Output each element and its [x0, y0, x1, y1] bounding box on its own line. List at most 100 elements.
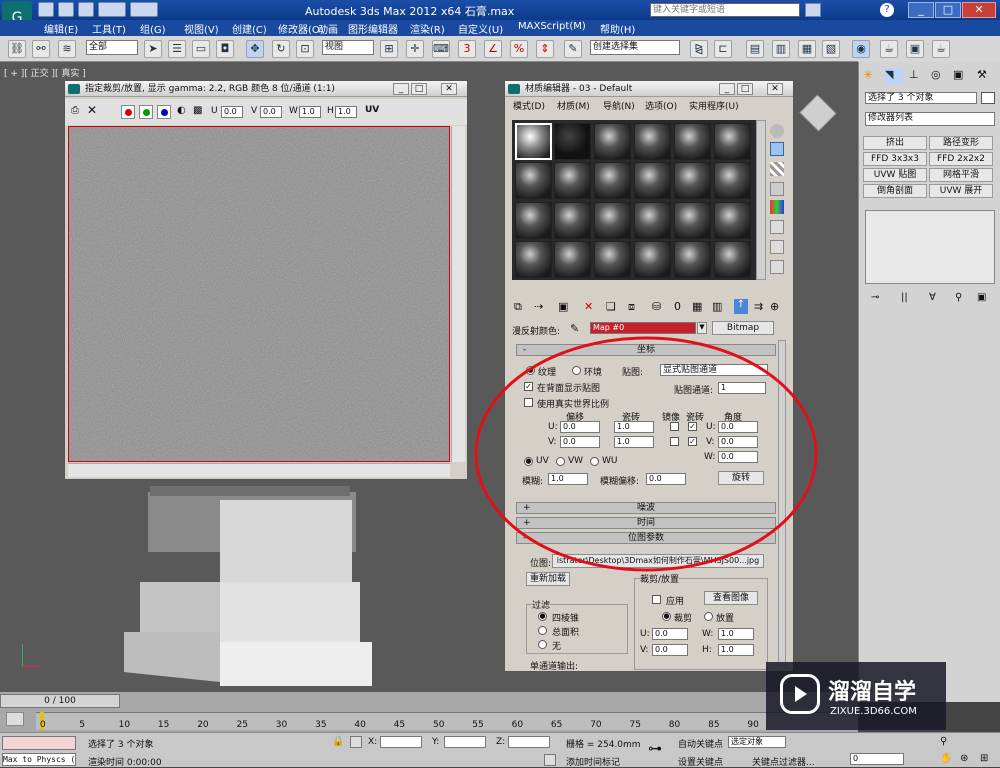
- sample-slot[interactable]: [594, 202, 631, 239]
- schematic-icon[interactable]: ▧: [822, 40, 840, 58]
- menu-edit[interactable]: 编辑(E): [44, 21, 78, 36]
- pedestal-object[interactable]: [120, 472, 380, 702]
- place-radio[interactable]: [704, 612, 713, 621]
- save-icon[interactable]: [78, 2, 94, 17]
- menu-customize[interactable]: 自定义(U): [458, 21, 503, 36]
- backlight-icon[interactable]: [770, 142, 784, 156]
- spinner-snap-icon[interactable]: ⇕: [536, 40, 554, 58]
- link-icon[interactable]: ⛓: [8, 40, 26, 58]
- sample-slot[interactable]: [714, 162, 751, 199]
- unlink-icon[interactable]: ⚯: [32, 40, 50, 58]
- sample-slot[interactable]: [674, 162, 711, 199]
- sample-slot[interactable]: [515, 202, 552, 239]
- mat-menu-utilities[interactable]: 实用程序(U): [689, 99, 739, 115]
- select-object-icon[interactable]: ➤: [144, 40, 162, 58]
- abs-mode-icon[interactable]: [350, 736, 362, 748]
- mat-menu-modes[interactable]: 模式(D): [513, 99, 545, 115]
- viewport-label[interactable]: [ + ][ 正交 ][ 真实 ]: [4, 66, 86, 79]
- pin-stack-icon[interactable]: ⊸: [871, 292, 879, 303]
- x-coord-field[interactable]: [380, 736, 422, 748]
- stone-texture-image[interactable]: [68, 126, 450, 462]
- put-to-library-icon[interactable]: ⛁: [652, 300, 661, 313]
- sample-slot[interactable]: [714, 123, 751, 160]
- green-channel-icon[interactable]: [139, 105, 153, 119]
- extrude-button[interactable]: 挤出: [863, 136, 927, 150]
- sample-slot[interactable]: [674, 123, 711, 160]
- menu-help[interactable]: 帮助(H): [600, 21, 635, 36]
- summed-area-radio[interactable]: [538, 626, 547, 635]
- crop-u-field[interactable]: 0.0: [652, 628, 688, 640]
- assign-material-icon[interactable]: ▣: [558, 300, 568, 313]
- add-time-tag-icon[interactable]: [544, 754, 556, 766]
- sample-type-icon[interactable]: [770, 124, 784, 138]
- mat-menu-material[interactable]: 材质(M): [557, 99, 590, 115]
- remove-modifier-icon[interactable]: ⚲: [955, 292, 962, 303]
- named-selection-select[interactable]: 创建选择集: [590, 40, 680, 55]
- modify-tab-icon[interactable]: ◥: [885, 68, 903, 84]
- sample-slot[interactable]: [674, 202, 711, 239]
- blue-channel-icon[interactable]: [157, 105, 171, 119]
- sample-slot[interactable]: [714, 241, 751, 278]
- menu-animation[interactable]: 动画: [318, 21, 338, 36]
- rotate-icon[interactable]: ↻: [272, 40, 290, 58]
- curve-toggle-icon[interactable]: [6, 712, 24, 726]
- utilities-tab-icon[interactable]: ⚒: [977, 68, 995, 84]
- scale-icon[interactable]: ⊡: [296, 40, 314, 58]
- create-tab-icon[interactable]: ✳: [863, 68, 881, 84]
- no-filter-radio[interactable]: [538, 640, 547, 649]
- unwrap-uvw-button[interactable]: UVW 展开: [929, 184, 993, 198]
- help-icon[interactable]: ?: [880, 3, 894, 17]
- mat-close-button[interactable]: ✕: [767, 83, 783, 95]
- auto-key-button[interactable]: 自动关键点: [678, 737, 723, 750]
- selected-object-select[interactable]: 选定对象: [728, 736, 786, 748]
- modifier-stack[interactable]: [865, 210, 995, 284]
- put-to-scene-icon[interactable]: ⇢: [534, 300, 543, 313]
- uv-tiling-icon[interactable]: [770, 182, 784, 196]
- show-end-result-icon[interactable]: ▥: [712, 300, 722, 313]
- select-by-name-icon[interactable]: ☰: [168, 40, 186, 58]
- path-deform-button[interactable]: 路径变形: [929, 136, 993, 150]
- make-unique-icon-2[interactable]: ∀: [929, 292, 936, 303]
- undo-icon[interactable]: [98, 2, 126, 17]
- show-end-icon[interactable]: ||: [901, 292, 908, 303]
- open-icon[interactable]: [58, 2, 74, 17]
- search-input[interactable]: 键入关键字或短语: [650, 3, 800, 17]
- uv-label[interactable]: UV: [365, 105, 379, 115]
- mat-menu-nav[interactable]: 导航(N): [603, 99, 635, 115]
- align-icon[interactable]: ⊏: [714, 40, 732, 58]
- window-crossing-icon[interactable]: ◘: [216, 40, 234, 58]
- meshsmooth-button[interactable]: 网格平滑: [929, 168, 993, 182]
- maximize-viewport-icon[interactable]: ⊞: [980, 753, 988, 764]
- y-coord-field[interactable]: [444, 736, 486, 748]
- crop-w-field[interactable]: 1.0: [718, 628, 754, 640]
- menu-view[interactable]: 视图(V): [184, 21, 219, 36]
- configure-sets-icon[interactable]: ▣: [977, 292, 986, 303]
- move-icon[interactable]: ✥: [246, 40, 264, 58]
- pivot-icon[interactable]: ⊞: [380, 40, 398, 58]
- layer-manager-icon[interactable]: ▤: [746, 40, 764, 58]
- render-production-icon[interactable]: ☕: [932, 40, 950, 58]
- options-icon[interactable]: [770, 240, 784, 254]
- bevel-profile-button[interactable]: 倒角剖面: [863, 184, 927, 198]
- key-filters-button[interactable]: 关键点过滤器...: [752, 755, 815, 768]
- key-mode-icon[interactable]: ⊶: [648, 741, 662, 757]
- sample-slot[interactable]: [634, 162, 671, 199]
- bind-spacewarp-icon[interactable]: ≋: [58, 40, 76, 58]
- mat-maximize-button[interactable]: □: [737, 83, 753, 95]
- texture-maximize-button[interactable]: □: [411, 83, 427, 95]
- sample-slot[interactable]: [554, 162, 591, 199]
- sample-slot[interactable]: [515, 123, 552, 160]
- time-slider[interactable]: 0 / 100: [0, 694, 120, 708]
- sample-slot[interactable]: [714, 202, 751, 239]
- menu-graph-editors[interactable]: 图形编辑器: [348, 21, 398, 36]
- display-tab-icon[interactable]: ▣: [953, 68, 971, 84]
- sample-slot[interactable]: [634, 123, 671, 160]
- maxscript-mini-pink[interactable]: [2, 736, 76, 750]
- sample-slot[interactable]: [634, 202, 671, 239]
- texture-close-button[interactable]: ✕: [441, 83, 457, 95]
- background-icon[interactable]: [770, 162, 784, 176]
- lock-selection-icon[interactable]: 🔒: [332, 736, 344, 747]
- material-id-icon[interactable]: 0: [674, 300, 681, 313]
- go-to-parent-icon[interactable]: ↑: [734, 299, 748, 314]
- copy-material-icon[interactable]: ❏: [606, 300, 616, 313]
